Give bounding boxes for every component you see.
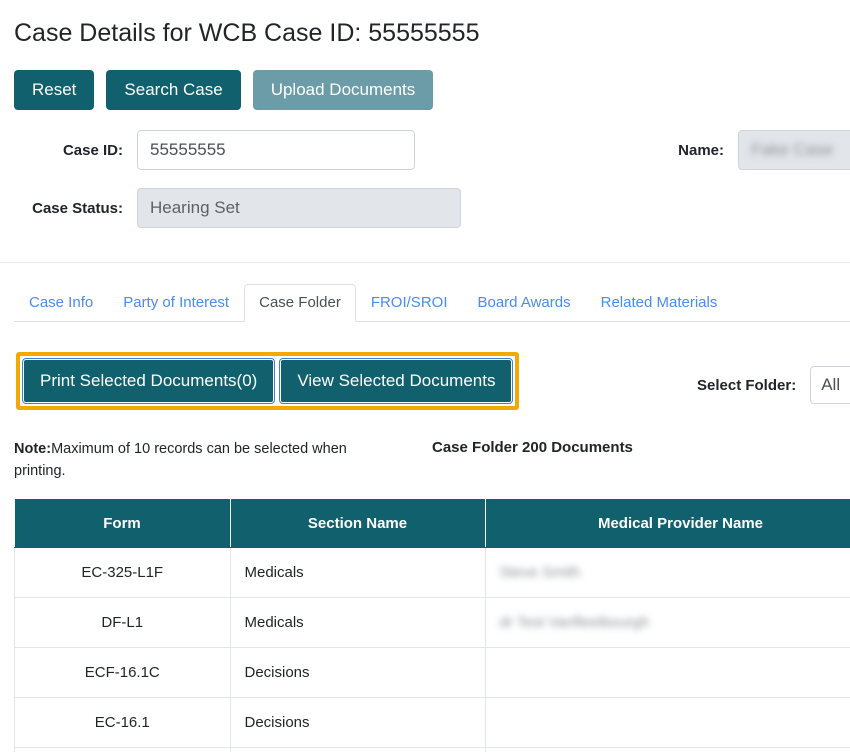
table-row[interactable]: ECF-16.1C Decisions xyxy=(15,648,850,698)
cell-section: Medicals xyxy=(230,598,485,648)
name-label: Name: xyxy=(600,142,724,159)
select-folder-dropdown[interactable]: All xyxy=(810,366,850,404)
table-row[interactable] xyxy=(15,748,850,752)
cell-provider xyxy=(485,698,850,748)
tab-froi-sroi[interactable]: FROI/SROI xyxy=(356,284,463,322)
column-header-section-name[interactable]: Section Name xyxy=(230,499,485,548)
table-row[interactable]: DF-L1 Medicals dr Test Vanfleetbourgh xyxy=(15,598,850,648)
tab-case-info[interactable]: Case Info xyxy=(14,284,108,322)
case-folder-document-count: Case Folder 200 Documents xyxy=(432,439,633,456)
documents-table-body: EC-325-L1F Medicals Steve Smith DF-L1 Me… xyxy=(15,548,850,752)
tab-related-materials[interactable]: Related Materials xyxy=(586,284,733,322)
cell-provider: Steve Smith xyxy=(485,548,850,598)
search-case-button[interactable]: Search Case xyxy=(106,70,240,110)
select-folder-value: All xyxy=(821,375,840,395)
cell-form: EC-16.1 xyxy=(15,698,231,748)
case-status-row: Case Status: xyxy=(0,188,461,228)
tab-party-of-interest[interactable]: Party of Interest xyxy=(108,284,244,322)
reset-button[interactable]: Reset xyxy=(14,70,94,110)
table-row[interactable]: EC-16.1 Decisions xyxy=(15,698,850,748)
cell-form: ECF-16.1C xyxy=(15,648,231,698)
documents-table-container: Form Section Name Medical Provider Name … xyxy=(14,499,850,752)
cell-provider: dr Test Vanfleetbourgh xyxy=(485,598,850,648)
provider-value-redacted: dr Test Vanfleetbourgh xyxy=(500,614,650,631)
print-note-prefix: Note: xyxy=(14,441,51,457)
cell-section: Decisions xyxy=(230,698,485,748)
column-header-medical-provider-name[interactable]: Medical Provider Name xyxy=(485,499,850,548)
column-header-form[interactable]: Form xyxy=(15,499,231,548)
case-status-input xyxy=(137,188,461,228)
upload-documents-button[interactable]: Upload Documents xyxy=(253,70,434,110)
view-selected-documents-button[interactable]: View Selected Documents xyxy=(280,359,512,403)
print-note: Note:Maximum of 10 records can be select… xyxy=(14,438,394,482)
cell-form: EC-325-L1F xyxy=(15,548,231,598)
cell-section xyxy=(230,748,485,752)
document-actions-highlight: Print Selected Documents(0) View Selecte… xyxy=(16,352,519,410)
name-value-redacted: Fake Case xyxy=(751,140,833,160)
case-details-page: Case Details for WCB Case ID: 55555555 R… xyxy=(0,0,850,752)
tab-board-awards[interactable]: Board Awards xyxy=(462,284,585,322)
documents-table: Form Section Name Medical Provider Name … xyxy=(14,499,850,752)
case-id-row: Case ID: xyxy=(0,130,415,170)
cell-form xyxy=(15,748,231,752)
page-title: Case Details for WCB Case ID: 55555555 xyxy=(14,18,480,48)
case-status-label: Case Status: xyxy=(0,200,123,217)
tab-case-folder[interactable]: Case Folder xyxy=(244,284,356,322)
cell-form: DF-L1 xyxy=(15,598,231,648)
top-action-bar: Reset Search Case Upload Documents xyxy=(14,70,433,110)
case-id-label: Case ID: xyxy=(0,142,123,159)
print-selected-documents-button[interactable]: Print Selected Documents(0) xyxy=(23,359,274,403)
table-header-row: Form Section Name Medical Provider Name xyxy=(15,499,850,548)
cell-section: Decisions xyxy=(230,648,485,698)
select-folder-label: Select Folder: xyxy=(697,377,796,394)
cell-provider xyxy=(485,648,850,698)
select-folder-row: Select Folder: All xyxy=(697,366,850,404)
cell-provider xyxy=(485,748,850,752)
table-row[interactable]: EC-325-L1F Medicals Steve Smith xyxy=(15,548,850,598)
documents-table-head: Form Section Name Medical Provider Name xyxy=(15,499,850,548)
name-row: Name: Fake Case xyxy=(600,130,850,170)
provider-value-redacted: Steve Smith xyxy=(500,564,581,581)
cell-section: Medicals xyxy=(230,548,485,598)
print-note-text: Maximum of 10 records can be selected wh… xyxy=(14,441,347,479)
section-divider xyxy=(0,262,850,263)
tab-bar: Case Info Party of Interest Case Folder … xyxy=(14,286,850,322)
name-input: Fake Case xyxy=(738,130,850,170)
case-id-input[interactable] xyxy=(137,130,415,170)
